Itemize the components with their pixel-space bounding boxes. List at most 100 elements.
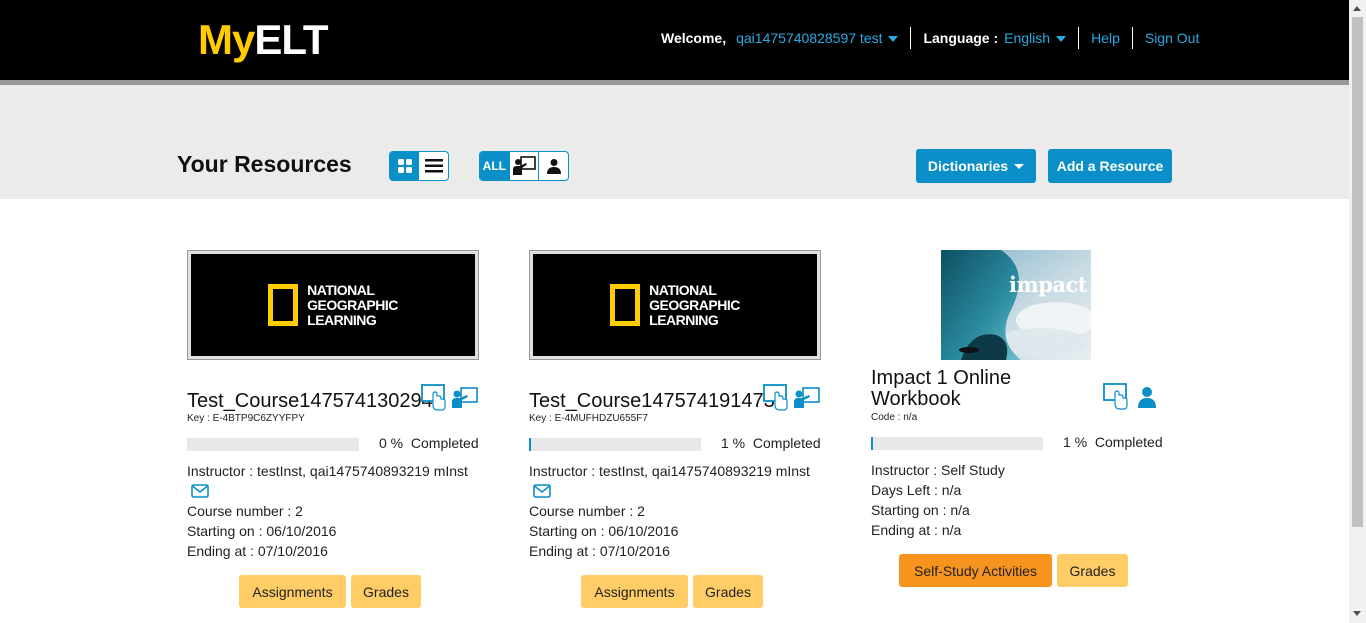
grades-button[interactable]: Grades: [351, 575, 421, 608]
days-left: Days Left : n/a: [871, 482, 962, 498]
language-label: Language :: [923, 30, 999, 46]
view-toggle: [389, 151, 449, 181]
instructor-text: Instructor : testInst, qai1475740893219 …: [187, 463, 468, 479]
thumbnail-text-line: LEARNING: [307, 311, 377, 328]
course-code: Code : n/a: [871, 412, 918, 423]
course-type-icons: [1103, 383, 1157, 411]
course-title-line: Workbook: [871, 388, 961, 410]
online-workbook-icon: [1103, 383, 1128, 410]
instructor-text: Instructor : Self Study: [871, 462, 1005, 478]
grades-button[interactable]: Grades: [1057, 554, 1128, 587]
username-text: qai1475740828597 test: [736, 30, 883, 46]
start-date: Starting on : n/a: [871, 502, 970, 518]
add-resource-button[interactable]: Add a Resource: [1048, 149, 1172, 183]
email-instructor-button[interactable]: [529, 481, 551, 503]
instructor-led-icon: [794, 387, 820, 408]
assignments-button[interactable]: Assignments: [239, 575, 346, 608]
language-dropdown[interactable]: English: [1004, 30, 1067, 46]
thumbnail-text-line: GEOGRAPHIC: [649, 296, 740, 313]
thumbnail-text-line: NATIONAL: [307, 281, 375, 298]
chevron-down-icon: [1056, 36, 1067, 43]
top-bar: MyELT Welcome, qai1475740828597 test Lan…: [0, 0, 1349, 80]
resource-filter: ALL: [479, 151, 569, 181]
online-workbook-icon: [421, 384, 446, 411]
divider: [1078, 27, 1080, 49]
instructor-led-icon: [513, 156, 536, 175]
list-icon: [424, 159, 443, 173]
course-key: Key : E-4MUFHDZU655F7: [529, 413, 648, 424]
vertical-scrollbar[interactable]: [1349, 0, 1366, 623]
top-nav: Welcome, qai1475740828597 test Language …: [661, 27, 1199, 49]
course-thumbnail[interactable]: NATIONAL GEOGRAPHIC LEARNING: [187, 250, 479, 360]
progress-fill: [529, 438, 531, 451]
course-number: Course number : 2: [529, 503, 645, 519]
dictionaries-label: Dictionaries: [927, 158, 1009, 174]
cover-title: impact: [1009, 272, 1087, 297]
sign-out-link[interactable]: Sign Out: [1145, 30, 1199, 46]
divider: [910, 27, 912, 49]
instructor-led-icon: [452, 387, 478, 408]
logo-my: My: [198, 16, 255, 63]
natgeo-logo-icon: [610, 284, 641, 326]
grades-button[interactable]: Grades: [693, 575, 763, 608]
list-view-button[interactable]: [419, 152, 448, 180]
instructor-text: Instructor : testInst, qai1475740893219 …: [529, 463, 810, 479]
course-title-line: Impact 1 Online: [871, 368, 1012, 389]
logo-elt: ELT: [254, 16, 328, 63]
page-title: Your Resources: [177, 151, 352, 177]
course-title[interactable]: Impact 1 Online Workbook: [871, 368, 1091, 410]
progress-fill: [871, 437, 873, 450]
end-date: Ending at : 07/10/2016: [187, 543, 328, 559]
course-title[interactable]: Test_Course1475741914737: [529, 390, 777, 412]
course-title[interactable]: Test_Course1475741302945: [187, 390, 435, 412]
thumbnail-text: NATIONAL GEOGRAPHIC LEARNING: [649, 281, 740, 328]
filter-all-button[interactable]: ALL: [480, 152, 509, 180]
thumbnail-text-line: GEOGRAPHIC: [307, 296, 398, 313]
grid-view-button[interactable]: [390, 152, 419, 180]
course-thumbnail[interactable]: impact: [941, 250, 1091, 360]
scrollbar-thumb[interactable]: [1352, 17, 1363, 527]
end-date: Ending at : 07/10/2016: [529, 543, 670, 559]
progress-text: 1 % Completed: [1063, 434, 1163, 450]
email-icon: [533, 484, 551, 498]
progress-text: 0 % Completed: [379, 435, 479, 451]
person-icon: [546, 159, 561, 174]
progress-bar: [529, 438, 701, 451]
filter-instructor-led-button[interactable]: [508, 152, 539, 180]
scroll-down-icon[interactable]: [1353, 611, 1361, 616]
grid-icon: [397, 159, 412, 173]
chevron-down-icon: [1014, 163, 1025, 169]
email-instructor-button[interactable]: [187, 481, 209, 503]
progress-bar: [871, 437, 1043, 450]
divider: [1131, 27, 1133, 49]
language-value: English: [1004, 30, 1051, 46]
self-study-activities-button[interactable]: Self-Study Activities: [899, 554, 1052, 587]
end-date: Ending at : n/a: [871, 522, 962, 538]
myelt-logo[interactable]: MyELT: [198, 14, 329, 66]
welcome-label: Welcome,: [661, 30, 727, 46]
natgeo-logo-icon: [268, 284, 299, 326]
thumbnail-text-line: NATIONAL: [649, 281, 717, 298]
start-date: Starting on : 06/10/2016: [187, 523, 337, 539]
thumbnail-text: NATIONAL GEOGRAPHIC LEARNING: [307, 281, 398, 328]
progress-bar: [187, 438, 359, 451]
start-date: Starting on : 06/10/2016: [529, 523, 679, 539]
course-number: Course number : 2: [187, 503, 303, 519]
help-link[interactable]: Help: [1091, 30, 1120, 46]
course-key: Key : E-4BTP9C6ZYYFPY: [187, 413, 305, 424]
progress-text: 1 % Completed: [721, 435, 821, 451]
impact-cover-image: [941, 250, 1091, 360]
course-type-icons: [763, 384, 821, 412]
filter-self-study-button[interactable]: [538, 152, 568, 180]
person-icon: [1138, 387, 1156, 408]
dictionaries-button[interactable]: Dictionaries: [916, 149, 1036, 183]
user-menu[interactable]: qai1475740828597 test: [736, 30, 899, 46]
email-icon: [191, 484, 209, 498]
course-type-icons: [421, 384, 479, 412]
course-thumbnail[interactable]: NATIONAL GEOGRAPHIC LEARNING: [529, 250, 821, 360]
online-workbook-icon: [763, 384, 788, 411]
thumbnail-text-line: LEARNING: [649, 311, 719, 328]
chevron-down-icon: [888, 36, 899, 43]
assignments-button[interactable]: Assignments: [581, 575, 688, 608]
scroll-up-icon[interactable]: [1353, 6, 1361, 11]
